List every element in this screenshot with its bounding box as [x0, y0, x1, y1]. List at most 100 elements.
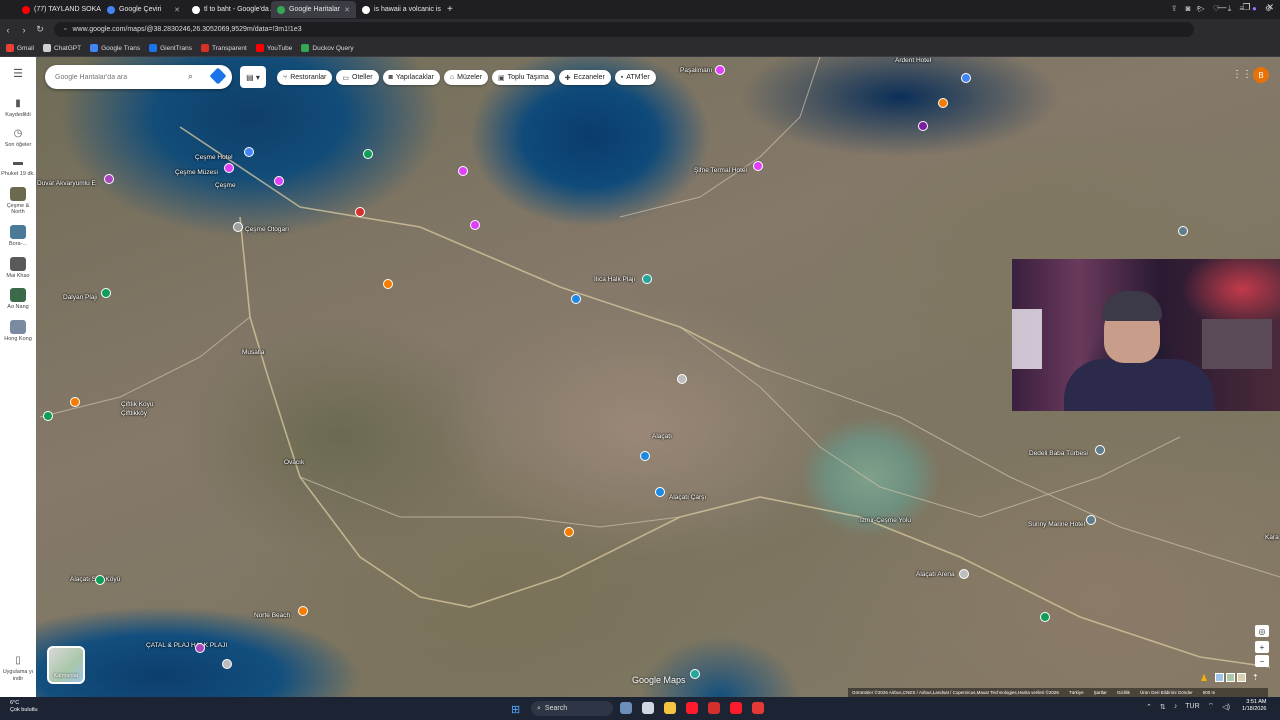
category-chip[interactable]: ▪ ATM'ler	[614, 70, 656, 85]
volume-icon[interactable]: ◁)	[1222, 703, 1230, 711]
place-label[interactable]: Çeşme	[215, 182, 236, 189]
map-pin-icon[interactable]	[938, 98, 948, 108]
opera-icon[interactable]	[686, 702, 698, 714]
chevron-up-icon[interactable]: ⌃	[1146, 703, 1152, 711]
download-app-item[interactable]: ▯ Uygulama yı indir	[1, 655, 35, 682]
category-chip[interactable]: ▣ Toplu Taşıma	[492, 70, 555, 85]
tray-language[interactable]: TUR	[1185, 703, 1199, 710]
clock[interactable]: 3:51 AM 1/18/2026	[1242, 699, 1266, 714]
place-label[interactable]: Şifne Termal Hotel	[694, 167, 747, 174]
category-chip[interactable]: ✚ Eczaneler	[558, 70, 611, 85]
back-button[interactable]: ‹	[0, 25, 16, 35]
app-icon[interactable]	[730, 702, 742, 714]
place-label[interactable]: ÇATAL & PLAJ HALK PLAJI	[146, 642, 227, 649]
bookmark-item[interactable]: ChatGPT	[42, 44, 81, 52]
browser-tab[interactable]: Google Çeviri ✕	[101, 1, 186, 18]
browser-tab[interactable]: is hawaii a volcanic island✕	[356, 1, 441, 18]
place-label[interactable]: Ilıca Halk Plajı	[594, 276, 635, 283]
map-pin-icon[interactable]	[655, 487, 665, 497]
layer-strip[interactable]: ⇡	[1215, 673, 1259, 682]
map-pin-icon[interactable]	[355, 207, 365, 217]
place-label[interactable]: İzmir-Çeşme Yolu	[860, 517, 911, 524]
attribution-item[interactable]: Gizlilik	[1117, 690, 1130, 695]
play-icon[interactable]: ▷	[1198, 4, 1204, 14]
layer-thumb-1[interactable]	[1215, 673, 1224, 682]
rail-item[interactable]: Hong Kong	[1, 319, 35, 343]
map-pin-icon[interactable]	[274, 176, 284, 186]
zoom-in-button[interactable]: +	[1255, 641, 1269, 653]
tab-close-icon[interactable]: ✕	[344, 6, 350, 14]
network-icon[interactable]: ⇅	[1160, 703, 1166, 711]
bookmark-item[interactable]: Transparent	[201, 44, 247, 52]
map-pin-icon[interactable]	[104, 174, 114, 184]
map-pin-icon[interactable]	[715, 65, 725, 75]
place-label[interactable]: Ardent Hotel	[895, 57, 931, 64]
map-pin-icon[interactable]	[383, 279, 393, 289]
search-icon[interactable]: ⌕	[188, 71, 193, 82]
category-chip[interactable]: ▭ Oteller	[336, 70, 379, 85]
expand-icon[interactable]: ⇡	[1252, 673, 1259, 682]
browser-tab[interactable]: tl to baht - Google'da Ara✕	[186, 1, 271, 18]
browser-tab[interactable]: Google Haritalar ✕	[271, 1, 356, 18]
map-pin-icon[interactable]	[224, 163, 234, 173]
map-pin-icon[interactable]	[1040, 612, 1050, 622]
attribution-item[interactable]: Şartlar	[1094, 690, 1107, 695]
browser-tab[interactable]: (77) TAYLAND SOKAK LEZ✕	[16, 1, 101, 18]
rail-item[interactable]: Çeşme & North	[1, 186, 35, 216]
place-label[interactable]: Ovacık	[284, 459, 304, 466]
share-icon[interactable]: ⇪	[1171, 4, 1178, 14]
category-chip[interactable]: ⑂ Restoranlar	[277, 70, 333, 85]
menu-icon[interactable]: ≡	[1239, 4, 1244, 14]
place-label[interactable]: Musalla	[242, 349, 264, 356]
map-pin-icon[interactable]	[918, 121, 928, 131]
map-pin-icon[interactable]	[1095, 445, 1105, 455]
profile-icon[interactable]: ●	[1252, 4, 1257, 14]
apps-grid-icon[interactable]: ⋮⋮	[1232, 69, 1252, 80]
widgets-icon[interactable]	[620, 702, 632, 714]
place-label[interactable]: Alaçatı	[652, 433, 672, 440]
map-pin-icon[interactable]	[244, 147, 254, 157]
place-label[interactable]: Çeşme Müzesi	[175, 169, 218, 176]
map-pin-icon[interactable]	[753, 161, 763, 171]
bookmark-item[interactable]: GientTrans	[149, 44, 192, 52]
map-pin-icon[interactable]	[1178, 226, 1188, 236]
place-label[interactable]: Kara	[1265, 534, 1279, 541]
rail-item[interactable]: ▬ Phuket 19 dk.	[1, 157, 35, 178]
bookmark-item[interactable]: Google Trans	[90, 44, 140, 52]
map-pin-icon[interactable]	[458, 166, 468, 176]
media-icon[interactable]	[708, 702, 720, 714]
explorer-icon[interactable]	[664, 702, 676, 714]
attribution-item[interactable]: Türkiye	[1069, 690, 1084, 695]
place-label[interactable]: Sunny Marine Hotel	[1028, 521, 1085, 528]
map-pin-icon[interactable]	[222, 659, 232, 669]
map-pin-icon[interactable]	[70, 397, 80, 407]
mic-icon[interactable]: ♪	[1174, 703, 1178, 710]
tab-close-icon[interactable]: ✕	[174, 6, 180, 14]
forward-button[interactable]: ›	[16, 25, 32, 35]
settings-icon[interactable]: ⚙	[1265, 4, 1272, 14]
weather-widget[interactable]: 6°C Çok bulutlu	[10, 700, 38, 714]
taskview-icon[interactable]	[642, 702, 654, 714]
place-label[interactable]: Dedeli Baba Türbesi	[1029, 450, 1088, 457]
rail-item[interactable]: Ao Nang	[1, 288, 35, 311]
start-icon[interactable]: ⊞	[511, 703, 520, 716]
taskbar-search[interactable]: ⌕ Search	[531, 701, 613, 716]
place-label[interactable]: Çiftlikköy	[121, 410, 147, 417]
my-location-button[interactable]: ◎	[1255, 625, 1269, 637]
map-pin-icon[interactable]	[95, 575, 105, 585]
place-label[interactable]: Çeşme Hotel	[195, 154, 233, 161]
keyboard-layers-button[interactable]: ▤ ▾	[240, 66, 266, 88]
map-pin-icon[interactable]	[233, 222, 243, 232]
place-label[interactable]: Alaçatı Çarşı	[669, 494, 706, 501]
category-chip[interactable]: ⌂ Müzeler	[443, 70, 489, 85]
rail-item[interactable]: Bora-...	[1, 224, 35, 248]
map-pin-icon[interactable]	[571, 294, 581, 304]
menu-icon[interactable]: ☰	[13, 67, 23, 80]
map-pin-icon[interactable]	[298, 606, 308, 616]
map-pin-icon[interactable]	[195, 643, 205, 653]
map-pin-icon[interactable]	[690, 669, 700, 679]
attribution-item[interactable]: 500 m	[1203, 690, 1216, 695]
search-input[interactable]	[55, 73, 180, 81]
layer-thumb-2[interactable]	[1226, 673, 1235, 682]
map-pin-icon[interactable]	[101, 288, 111, 298]
